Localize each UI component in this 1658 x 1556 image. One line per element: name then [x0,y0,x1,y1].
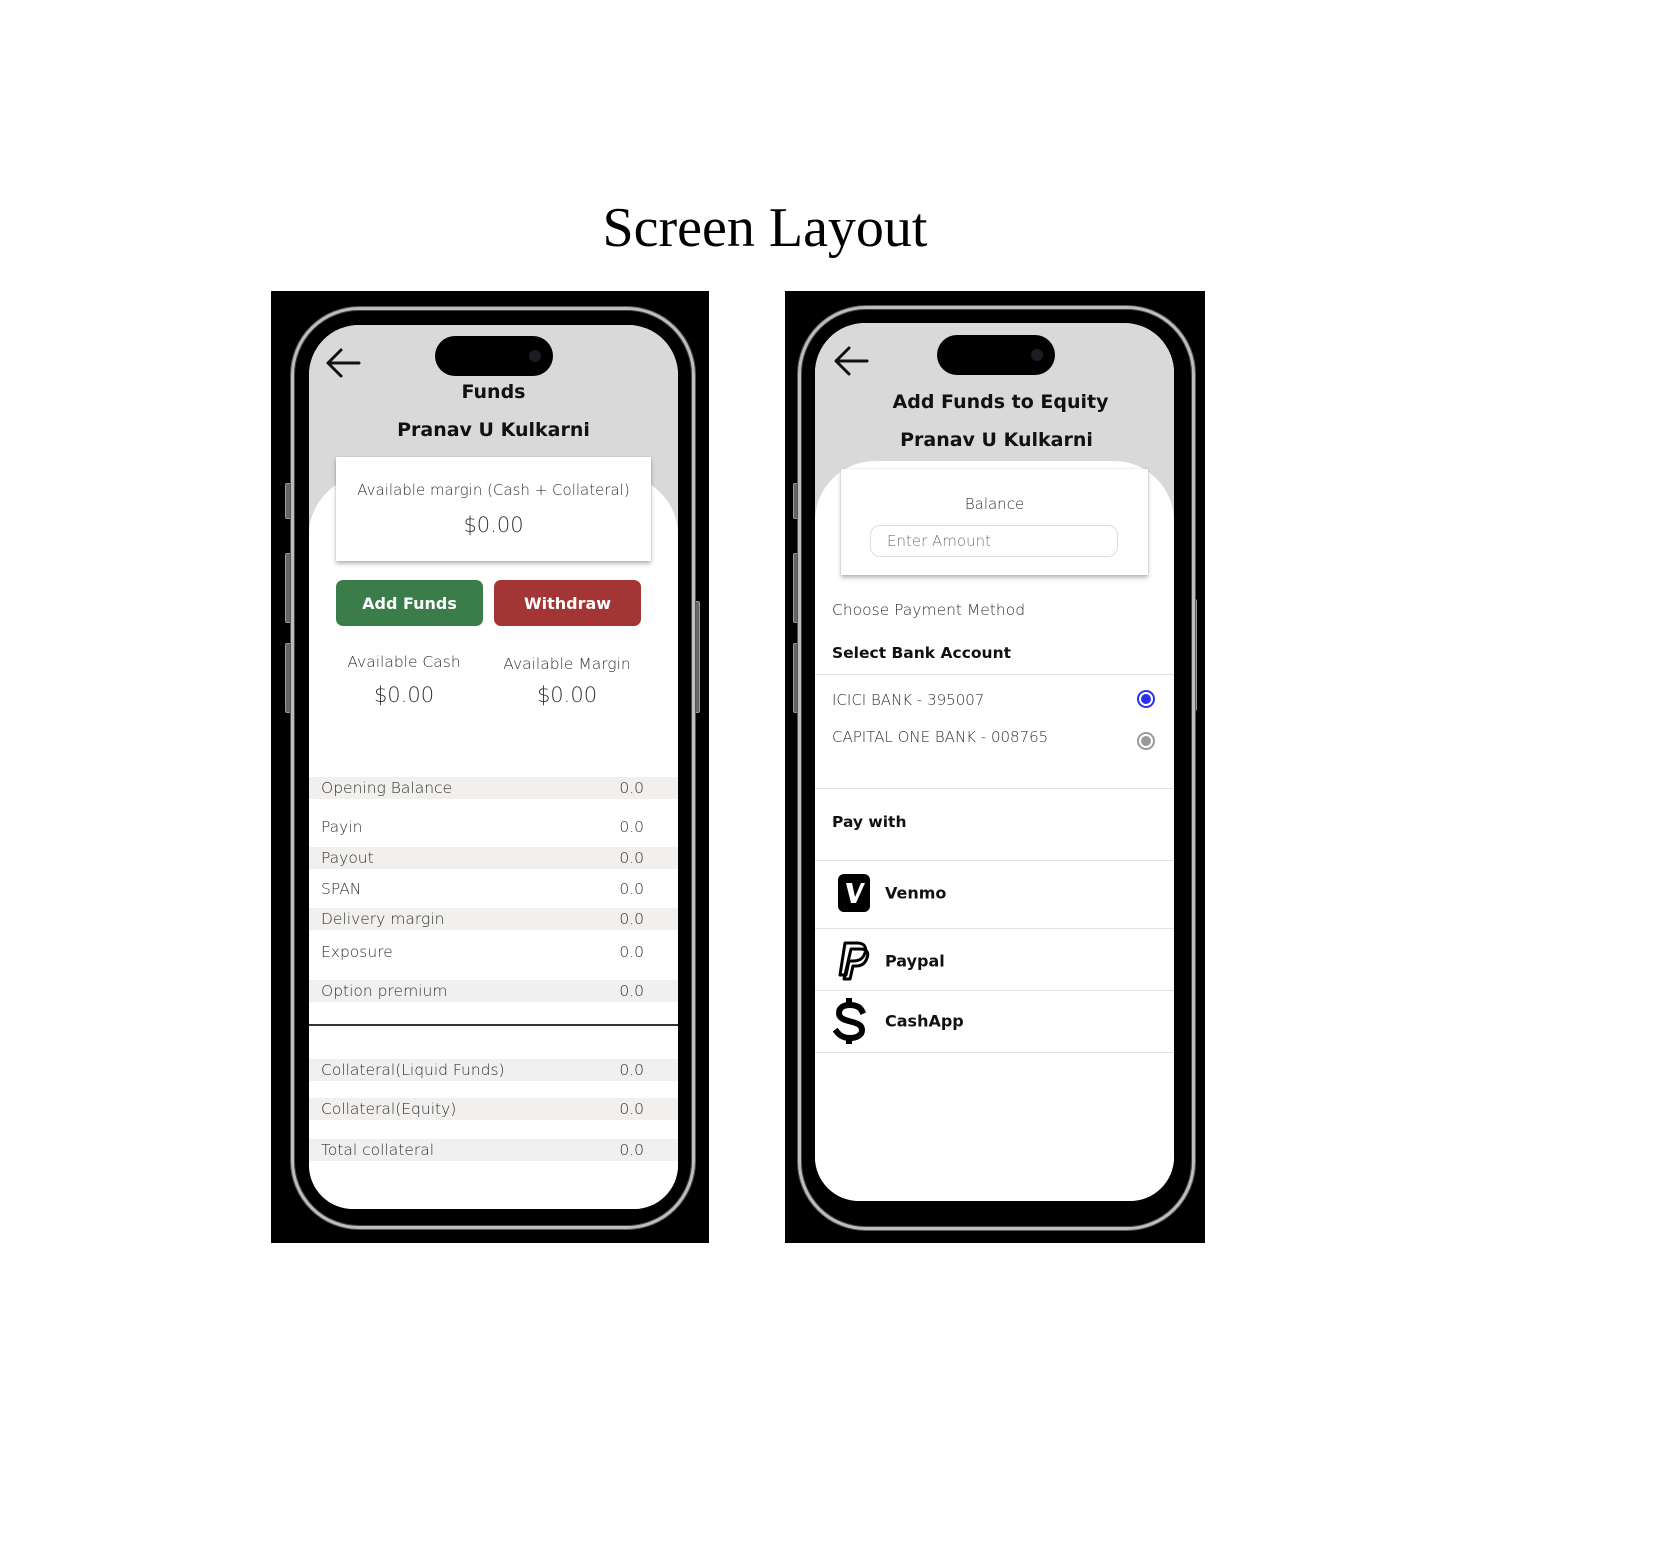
divider [815,788,1174,789]
available-margin-card: Available margin (Cash + Collateral) $0.… [336,457,651,561]
divider [815,928,1174,929]
available-cash-label: Available Cash [347,653,461,671]
ledger-label: Exposure [321,943,393,961]
available-margin-value: $0.00 [463,513,524,537]
available-cash-value: $0.00 [373,683,435,707]
radio-dot [1141,736,1151,746]
ledger-label: Option premium [321,982,448,1000]
camera-icon [1031,349,1043,361]
bank-name: ICICI BANK - 395007 [832,691,985,709]
available-margin-label: Available margin (Cash + Collateral) [357,481,630,499]
funds-phone-mockup: Funds Pranav U Kulkarni Available margin… [271,291,709,1243]
divider [815,674,1174,675]
section-divider [309,1024,678,1026]
collateral-label: Collateral(Equity) [321,1100,457,1118]
ledger-row: Payout 0.0 [309,847,678,869]
collateral-row: Collateral(Liquid Funds) 0.0 [309,1059,678,1081]
ledger-row: Option premium 0.0 [309,980,678,1002]
ledger-value: 0.0 [619,880,644,898]
ledger-row: Delivery margin 0.0 [309,908,678,930]
cashapp-icon [832,998,867,1044]
ledger-label: Payin [321,818,363,836]
pay-option-cashapp[interactable]: CashApp [815,991,1174,1051]
ledger-value: 0.0 [619,849,644,867]
collateral-label: Total collateral [321,1141,435,1159]
radio-unselected-icon[interactable] [1137,732,1155,750]
ledger-row: Payin 0.0 [309,816,678,838]
ledger-label: Delivery margin [321,910,445,928]
amount-input[interactable] [870,525,1118,557]
bank-option-capital-one[interactable]: CAPITAL ONE BANK - 008765 [815,725,1174,759]
withdraw-button[interactable]: Withdraw [494,580,641,626]
ledger-label: Opening Balance [321,779,453,797]
screen-title: Funds [461,381,526,403]
radio-selected-icon[interactable] [1137,690,1155,708]
available-margin-summary-label: Available Margin [503,655,631,673]
balance-label: Balance [964,495,1025,513]
available-margin-summary-value: $0.00 [536,683,598,707]
back-button[interactable] [831,343,871,379]
pay-option-name: Paypal [885,951,945,971]
pay-option-name: CashApp [885,1011,964,1031]
ledger-value: 0.0 [619,779,644,797]
ledger-row: SPAN 0.0 [309,878,678,900]
add-funds-screen: Add Funds to Equity Pranav U Kulkarni Ba… [815,323,1174,1201]
bank-name: CAPITAL ONE BANK - 008765 [832,728,1049,746]
choose-payment-method-label: Choose Payment Method [832,601,1026,619]
user-name: Pranav U Kulkarni [900,429,1093,451]
arrow-left-icon [834,346,869,376]
camera-icon [529,350,541,362]
radio-dot [1141,694,1151,704]
back-button[interactable] [323,345,363,381]
pay-option-name: Venmo [885,883,947,903]
ledger-row: Opening Balance 0.0 [309,777,678,799]
add-funds-phone-mockup: Add Funds to Equity Pranav U Kulkarni Ba… [785,291,1205,1243]
paypal-icon [838,941,870,981]
ledger-label: SPAN [321,880,362,898]
collateral-label: Collateral(Liquid Funds) [321,1061,505,1079]
ledger-label: Payout [321,849,374,867]
select-bank-account-label: Select Bank Account [832,644,1012,662]
pay-with-label: Pay with [832,813,907,831]
ledger-value: 0.0 [619,910,644,928]
divider [815,1052,1174,1053]
ledger-value: 0.0 [619,818,644,836]
divider [815,860,1174,861]
balance-card: Balance [841,469,1148,575]
funds-screen: Funds Pranav U Kulkarni Available margin… [309,325,678,1209]
ledger-value: 0.0 [619,943,644,961]
ledger-value: 0.0 [619,982,644,1000]
bank-option-icici[interactable]: ICICI BANK - 395007 [815,687,1174,717]
collateral-value: 0.0 [619,1061,644,1079]
add-funds-button[interactable]: Add Funds [336,580,483,626]
collateral-row: Collateral(Equity) 0.0 [309,1098,678,1120]
collateral-row: Total collateral 0.0 [309,1139,678,1161]
page-title: Screen Layout [602,197,928,259]
screen-title: Add Funds to Equity [892,391,1109,413]
arrow-left-icon [326,348,361,378]
ledger-row: Exposure 0.0 [309,941,678,963]
user-name: Pranav U Kulkarni [397,419,590,441]
dynamic-island [937,335,1055,375]
pay-option-venmo[interactable]: Venmo [815,863,1174,923]
dynamic-island [435,336,553,376]
pay-option-paypal[interactable]: Paypal [815,931,1174,991]
collateral-value: 0.0 [619,1141,644,1159]
collateral-value: 0.0 [619,1100,644,1118]
venmo-icon [838,874,870,912]
